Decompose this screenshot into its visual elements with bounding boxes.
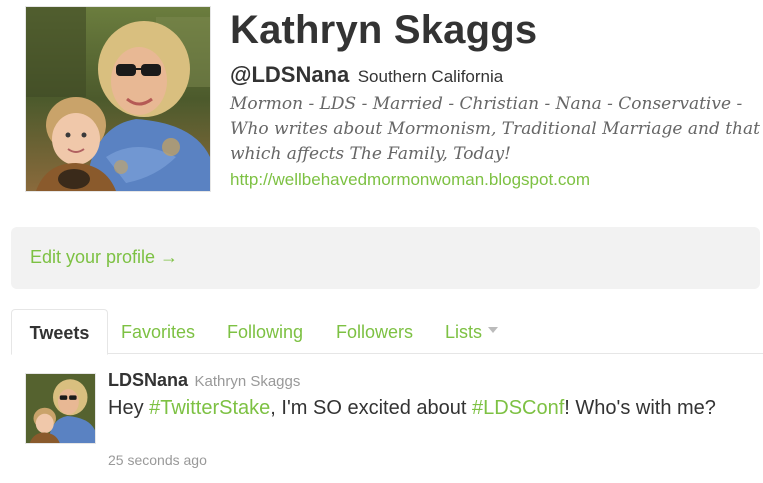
tweet-text-part: ! Who's with me? <box>564 397 716 419</box>
profile-bio: Mormon - LDS - Married - Christian - Nan… <box>230 94 760 164</box>
hashtag-link[interactable]: #TwitterStake <box>149 397 270 419</box>
hashtag-link[interactable]: #LDSConf <box>472 397 564 419</box>
edit-profile-link[interactable]: Edit your profile → <box>30 247 178 268</box>
tweet-username[interactable]: LDSNana <box>108 370 188 390</box>
profile-location: Southern California <box>357 67 504 86</box>
profile-tabs: Tweets Favorites Following Followers Lis… <box>11 309 763 355</box>
tab-lists-label: Lists <box>445 322 483 342</box>
edit-profile-panel: Edit your profile → <box>11 227 760 289</box>
tweet-text-part: , I'm SO excited about <box>270 397 472 419</box>
tweet-timestamp[interactable]: 25 seconds ago <box>108 452 207 468</box>
profile-photo <box>26 7 210 191</box>
profile-url-link[interactable]: http://wellbehavedmormonwoman.blogspot.c… <box>230 170 590 190</box>
tweet-header: LDSNana Kathryn Skaggs <box>108 370 300 391</box>
tweet-text: Hey #TwitterStake, I'm SO excited about … <box>108 395 748 421</box>
tweet-fullname: Kathryn Skaggs <box>194 373 301 390</box>
tab-lists[interactable]: Lists <box>445 309 499 353</box>
tab-tweets[interactable]: Tweets <box>11 309 108 355</box>
profile-handle: @LDSNana <box>230 62 350 87</box>
tab-following[interactable]: Following <box>227 309 303 353</box>
chevron-down-icon <box>488 327 499 334</box>
tab-favorites[interactable]: Favorites <box>121 309 195 353</box>
profile-handle-line: @LDSNana Southern California <box>230 62 503 88</box>
tweet-avatar-photo <box>26 374 95 443</box>
profile-name: Kathryn Skaggs <box>230 8 538 52</box>
tweet-text-part: Hey <box>108 397 150 419</box>
tab-followers[interactable]: Followers <box>336 309 413 353</box>
tweet-avatar[interactable] <box>25 373 96 444</box>
profile-avatar[interactable] <box>25 6 211 192</box>
